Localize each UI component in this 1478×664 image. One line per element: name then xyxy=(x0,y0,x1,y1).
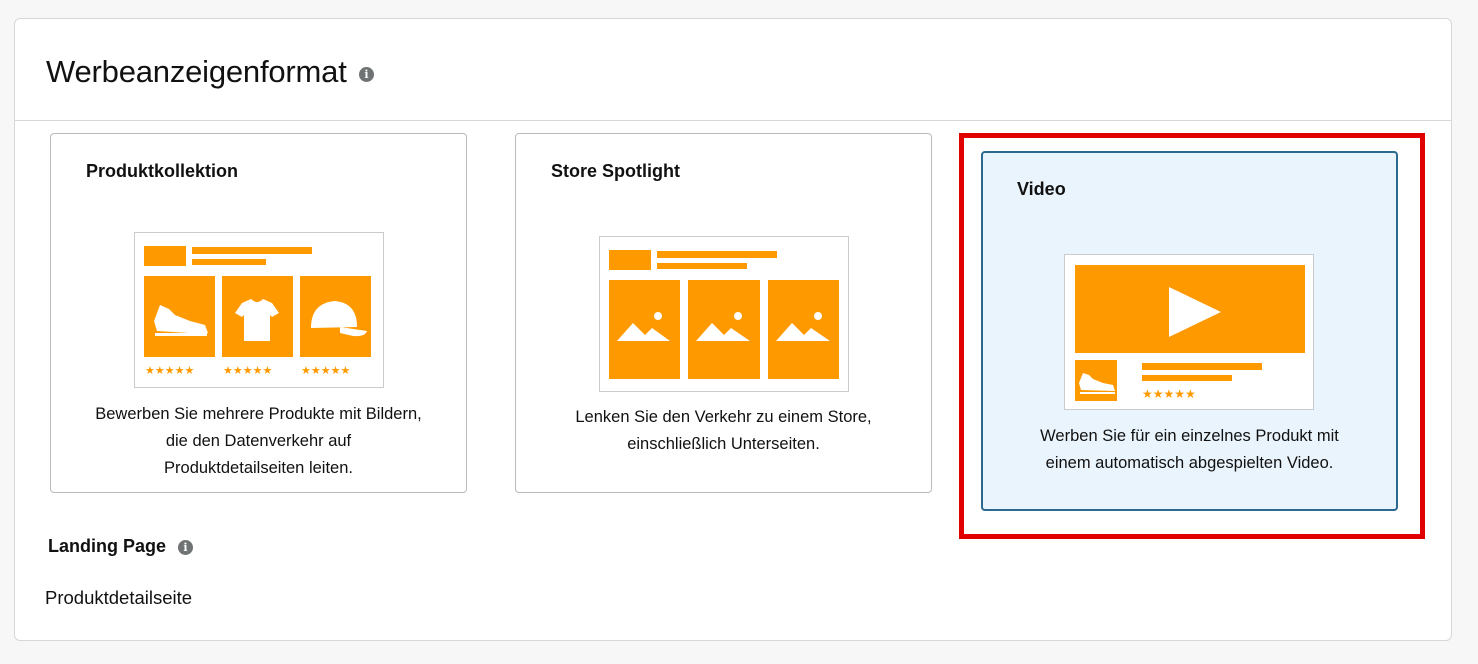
landing-page-value: Produktdetailseite xyxy=(45,587,193,608)
description-line: Werben Sie für ein einzelnes Produkt mit xyxy=(1040,427,1339,445)
info-icon[interactable]: i xyxy=(178,540,193,555)
landing-page-label: Landing Page xyxy=(48,536,167,556)
card-title: Store Spotlight xyxy=(551,161,680,181)
page-title: Werbeanzeigenformat xyxy=(46,54,347,89)
store-spotlight-illustration xyxy=(599,236,849,392)
description-line: einschließlich Unterseiten. xyxy=(627,435,820,453)
rating-stars-icon: ★★★★★ xyxy=(223,364,272,377)
rating-stars-icon: ★★★★★ xyxy=(1142,387,1196,401)
panel-header: Werbeanzeigenformat i xyxy=(15,19,1451,121)
format-card-store-spotlight[interactable]: Store Spotlight Lenken Sie den Verkehr z… xyxy=(515,133,932,493)
card-description: Bewerben Sie mehrere Produkte mit Bilder… xyxy=(61,401,456,482)
rating-stars-icon: ★★★★★ xyxy=(145,364,194,377)
rating-stars-icon: ★★★★★ xyxy=(301,364,350,377)
card-title: Produktkollektion xyxy=(86,161,239,181)
card-description: Werben Sie für ein einzelnes Produkt mit… xyxy=(993,423,1386,477)
card-title: Video xyxy=(1017,179,1066,199)
format-card-product-collection[interactable]: Produktkollektion ★★★★★ ★★★★★ ★★★★★ Bewe… xyxy=(50,133,467,493)
card-description: Lenken Sie den Verkehr zu einem Store, e… xyxy=(526,404,921,458)
format-card-video[interactable]: Video ★★★★★ Werben Sie für ein einzelnes… xyxy=(981,151,1398,511)
video-illustration: ★★★★★ xyxy=(1064,254,1314,410)
description-line: Bewerben Sie mehrere Produkte mit Bilder… xyxy=(95,405,422,423)
info-icon[interactable]: i xyxy=(359,67,374,82)
description-line: einem automatisch abgespielten Video. xyxy=(1045,454,1334,472)
product-collection-illustration: ★★★★★ ★★★★★ ★★★★★ xyxy=(134,232,384,388)
description-line: die den Datenverkehr auf xyxy=(165,432,352,450)
description-line: Produktdetailseiten leiten. xyxy=(164,459,353,477)
description-line: Lenken Sie den Verkehr zu einem Store, xyxy=(575,408,872,426)
